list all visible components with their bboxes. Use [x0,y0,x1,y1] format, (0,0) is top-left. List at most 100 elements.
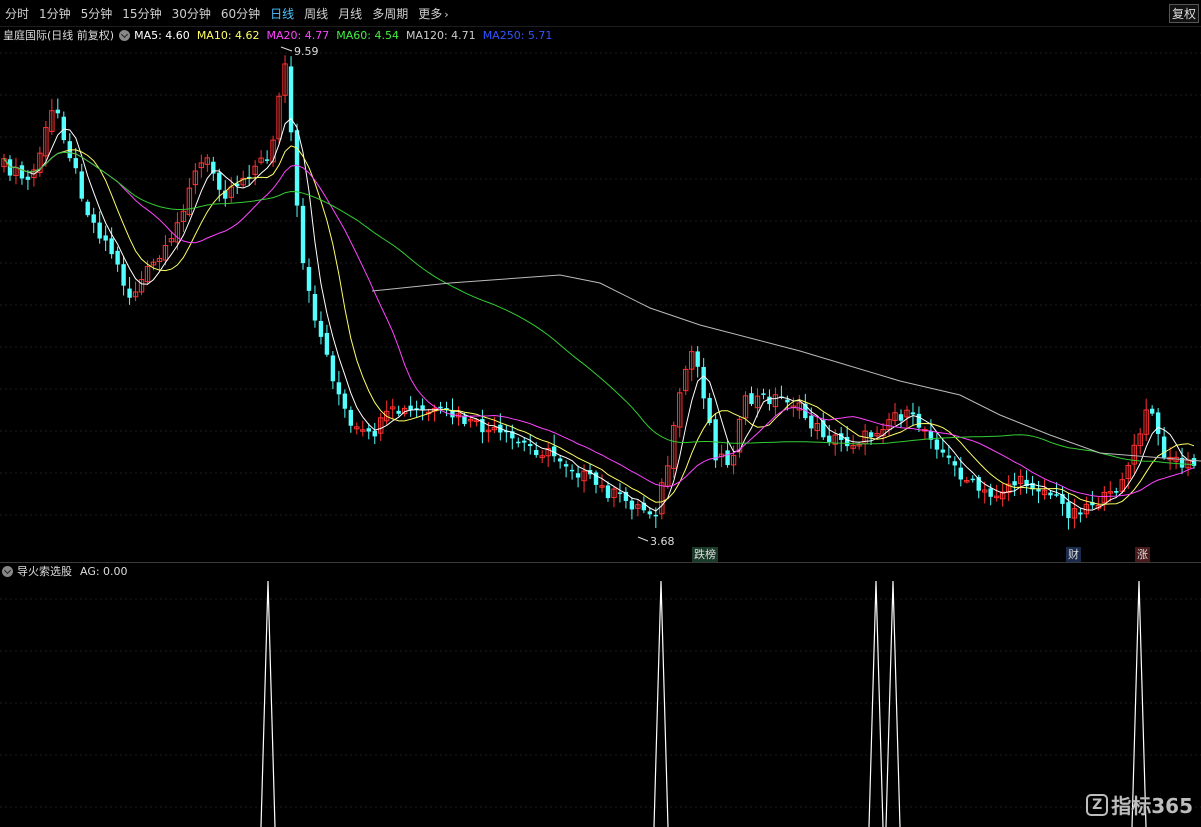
candle [312,285,318,328]
candle [91,207,96,234]
candle [677,387,683,438]
candle [264,150,270,164]
low-label: 3.68 [650,535,675,548]
period-tab[interactable]: 1分钟 [34,5,76,22]
candle [528,434,533,455]
period-tab[interactable]: 分时 [0,5,34,22]
candle [551,434,557,463]
candle [438,401,443,414]
candle [7,155,13,181]
candle [1114,487,1119,496]
period-tab[interactable]: 30分钟 [167,5,216,22]
candle [599,474,605,493]
candle [13,157,19,185]
candle [539,450,545,464]
period-tab[interactable]: 5分钟 [76,5,118,22]
candlestick-chart[interactable]: 9.59 3.68 [0,43,1201,562]
period-tab[interactable]: 60分钟 [216,5,265,22]
candle [862,424,868,456]
candle [922,426,928,440]
candle [1161,427,1167,460]
period-tab[interactable]: 多周期 [367,5,413,22]
candle [318,311,324,345]
candle [1036,480,1041,504]
candle [557,455,563,469]
candle [850,435,856,454]
event-badge-zhang[interactable]: 涨 [1135,547,1150,562]
candle [354,422,360,435]
candle [569,464,575,480]
candle [970,475,975,483]
candle [1173,451,1179,470]
candle [916,406,922,432]
indicator-chart[interactable] [0,579,1201,827]
candle [821,412,826,440]
pane-divider [0,562,1201,563]
ma-legend-bar: 皇庭国际(日线 前复权) MA5: 4.60 MA10: 4.62 MA20: 4.… [0,27,559,43]
ma60-line [3,151,1195,466]
event-badge-dieban[interactable]: 跌榜 [692,547,718,562]
candle [1048,490,1053,500]
period-tab[interactable]: 15分钟 [117,5,166,22]
circle-chevron-down-icon[interactable] [119,29,131,41]
indicator-name: 导火索选股 [17,565,72,578]
candle [892,403,898,426]
candle [246,164,252,186]
candle [1149,405,1155,416]
circle-chevron-down-icon[interactable] [2,565,13,577]
indicator-legend-bar: 导火索选股 AG: 0.00 [0,563,128,579]
chevron-right-icon[interactable]: › [444,8,448,21]
event-badge-cai[interactable]: 财 [1066,547,1081,562]
candle [605,481,611,502]
candle [288,56,294,142]
candle [420,398,425,421]
candle [1024,470,1029,494]
candle [1090,490,1095,510]
period-tab[interactable]: 周线 [299,5,333,22]
period-tab[interactable]: 日线 [265,5,299,22]
candle [1030,475,1035,496]
period-tab[interactable]: 更多 › [413,5,453,22]
period-toolbar: 分时 1分钟 5分钟 15分钟 30分钟 60分钟 日线 周线 月线 多周期 更多 › [0,0,1201,27]
period-tab[interactable]: 月线 [333,5,367,22]
ma120-line [371,274,1201,462]
candle [964,476,970,484]
candle [904,405,910,428]
candle [19,161,25,185]
candle [856,441,862,450]
candle [910,402,916,427]
ma-legend-item: MA250: 5.71 [482,28,553,42]
candle [754,388,761,418]
candle [348,406,354,433]
candle [617,482,623,503]
fq-button[interactable]: 复权 [1169,4,1199,23]
candle [1131,433,1137,474]
candle [683,365,689,396]
candle [1041,479,1048,500]
ma-legend-item: MA10: 4.62 [196,28,260,42]
candle [235,175,240,195]
candle [976,474,981,499]
candle [198,154,205,178]
candle [689,345,695,382]
candle [115,246,120,272]
candle [204,154,211,172]
candle [563,460,569,478]
candle [378,412,384,442]
signal-spike [653,580,669,827]
candle [575,465,581,488]
candle [993,484,1000,502]
low-marker: 3.68 [637,535,675,548]
candle [121,256,126,296]
brand-logo-icon: Z [1086,793,1109,816]
stock-title: 皇庭国际(日线 前复权) [3,29,115,42]
candle [1017,469,1024,495]
candle [814,416,820,440]
candle [223,180,228,207]
candle [103,225,108,252]
candle [174,212,181,251]
signal-spike [868,580,884,827]
ma-legend-item: MA60: 4.54 [336,28,399,42]
candle [73,148,78,174]
candle [384,400,390,425]
